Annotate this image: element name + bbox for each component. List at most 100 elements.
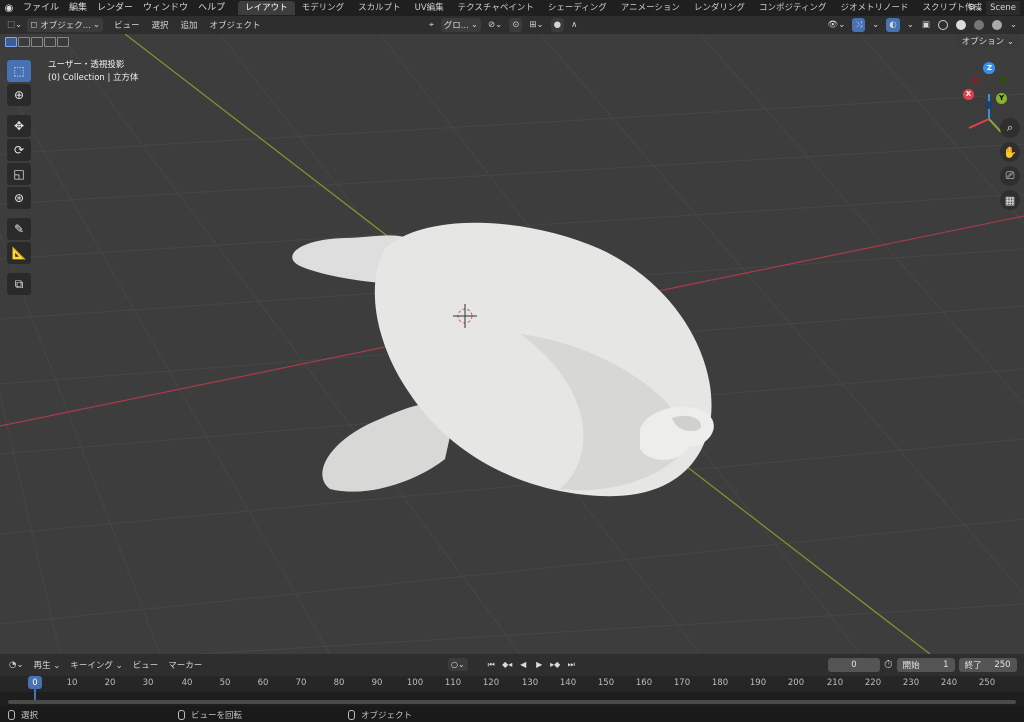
tab-layout[interactable]: レイアウト: [238, 1, 295, 15]
play-icon[interactable]: ▶: [533, 658, 546, 671]
menu-timeline-view[interactable]: ビュー: [128, 659, 164, 671]
gizmo-dropdown-icon[interactable]: ⌄: [869, 18, 882, 32]
select-intersect-icon[interactable]: [57, 37, 69, 47]
xray-icon[interactable]: ▣: [919, 18, 933, 32]
gizmo-x-label[interactable]: X: [963, 89, 974, 100]
add-cube-tool-icon[interactable]: ⧉: [7, 273, 31, 295]
snap-icon[interactable]: ⊙: [509, 18, 523, 32]
overlay-dropdown-icon[interactable]: ⌄: [904, 18, 917, 32]
view-name: ユーザー・透視投影: [48, 60, 125, 70]
rotate-tool-icon[interactable]: ⟳: [7, 139, 31, 161]
menu-edit[interactable]: 編集: [64, 0, 92, 16]
menu-playback[interactable]: 再生 ⌄: [29, 659, 66, 671]
mode-dropdown[interactable]: ◻ オブジェク... ⌄: [27, 18, 103, 32]
play-reverse-icon[interactable]: ◀: [517, 658, 530, 671]
menu-select[interactable]: 選択: [148, 18, 171, 32]
select-new-icon[interactable]: [5, 37, 17, 47]
menu-keying[interactable]: キーイング ⌄: [65, 659, 127, 671]
snap-target-icon[interactable]: ⊞⌄: [526, 18, 546, 32]
annotate-tool-icon[interactable]: ✎: [7, 218, 31, 240]
playhead[interactable]: 0: [28, 676, 42, 689]
camera-view-icon[interactable]: ⎚: [1000, 166, 1020, 186]
pivot-icon[interactable]: ⊘⌄: [485, 18, 505, 32]
shading-solid-icon[interactable]: [953, 18, 969, 32]
select-box-tool-icon[interactable]: ⬚: [7, 60, 31, 82]
jump-end-icon[interactable]: ⏭: [565, 658, 578, 671]
pan-hand-icon[interactable]: ✋: [1000, 142, 1020, 162]
scene-selector: ⚙⌄ Scene: [967, 0, 1024, 16]
scene-icon[interactable]: ⚙⌄: [967, 3, 983, 13]
shading-dropdown-icon[interactable]: ⌄: [1007, 18, 1020, 32]
tab-compositing[interactable]: コンポジティング: [752, 1, 834, 15]
collection-info: (0) Collection | 立方体: [48, 73, 139, 83]
menu-add[interactable]: 追加: [177, 18, 200, 32]
gizmo-y-label[interactable]: Y: [996, 93, 1007, 104]
current-frame-field[interactable]: 0: [828, 658, 880, 672]
ruler-tick: 90: [371, 678, 383, 688]
menu-view[interactable]: ビュー: [111, 18, 143, 32]
timeline-header: ◔⌄ 再生 ⌄ キーイング ⌄ ビュー マーカー ○⌄ ⏮ ◆◂ ◀ ▶ ▸◆ …: [0, 654, 1024, 676]
gizmo-z-label[interactable]: Z: [984, 63, 995, 74]
shading-material-icon[interactable]: [971, 18, 987, 32]
menu-object[interactable]: オブジェクト: [207, 18, 264, 32]
menu-marker[interactable]: マーカー: [163, 659, 207, 671]
cursor-tool-icon[interactable]: ⊕: [7, 84, 31, 106]
next-keyframe-icon[interactable]: ▸◆: [549, 658, 562, 671]
tab-uv-editing[interactable]: UV編集: [408, 1, 451, 15]
ruler-tick: 130: [521, 678, 539, 688]
tab-sculpt[interactable]: スカルプト: [351, 1, 408, 15]
visibility-icon[interactable]: 👁⌄: [824, 18, 848, 32]
scene-name[interactable]: Scene: [986, 1, 1020, 15]
select-subtract-icon[interactable]: [31, 37, 43, 47]
tab-animation[interactable]: アニメーション: [614, 1, 687, 15]
tab-modeling[interactable]: モデリング: [295, 1, 352, 15]
blender-logo-icon[interactable]: ◉: [0, 0, 18, 16]
menu-file[interactable]: ファイル: [18, 0, 64, 16]
ruler-tick: 250: [978, 678, 996, 688]
options-dropdown[interactable]: オプション ⌄: [955, 35, 1020, 49]
move-tool-icon[interactable]: ✥: [7, 115, 31, 137]
viewport-subbar: オプション ⌄: [0, 34, 1024, 50]
measure-tool-icon[interactable]: 📐: [7, 242, 31, 264]
ruler-tick: 100: [406, 678, 424, 688]
editor-type-icon[interactable]: ⬚⌄: [4, 18, 25, 32]
menu-window[interactable]: ウィンドウ: [138, 0, 193, 16]
auto-keying-icon[interactable]: ○⌄: [448, 658, 468, 671]
tab-rendering[interactable]: レンダリング: [687, 1, 752, 15]
ruler-tick: 110: [444, 678, 462, 688]
ruler-tick: 180: [711, 678, 729, 688]
falloff-icon[interactable]: ∧: [568, 18, 580, 32]
ruler-tick: 80: [333, 678, 345, 688]
status-select: 選択: [8, 709, 38, 721]
menu-help[interactable]: ヘルプ: [193, 0, 230, 16]
scale-tool-icon[interactable]: ◱: [7, 163, 31, 185]
transform-orientation-dropdown[interactable]: グロ... ⌄: [440, 18, 482, 32]
proportional-edit-icon[interactable]: ●: [550, 18, 565, 32]
zoom-icon[interactable]: ⌕: [1000, 118, 1020, 138]
tab-shading[interactable]: シェーディング: [541, 1, 614, 15]
menu-render[interactable]: レンダー: [92, 0, 138, 16]
overlay-toggle-icon[interactable]: ◐: [886, 18, 900, 32]
select-extend-icon[interactable]: [18, 37, 30, 47]
transform-tool-icon[interactable]: ⊛: [7, 187, 31, 209]
orientation-icon[interactable]: ⌖: [426, 18, 437, 32]
timeline-ruler[interactable]: 10 20 30 40 50 60 70 80 90 100 110 120 1…: [0, 676, 1024, 692]
shading-rendered-icon[interactable]: [989, 18, 1005, 32]
end-frame-field[interactable]: 終了 250: [958, 658, 1017, 672]
tab-geometry-nodes[interactable]: ジオメトリノード: [833, 1, 915, 15]
status-select-label: 選択: [21, 711, 39, 721]
gizmo-toggle-icon[interactable]: ⤨: [852, 18, 866, 32]
3d-viewport[interactable]: Z Y X ユーザー・透視投影 (0) Collection | 立方体: [0, 34, 1024, 654]
prev-keyframe-icon[interactable]: ◆◂: [501, 658, 514, 671]
perspective-toggle-icon[interactable]: ▦: [1000, 190, 1020, 210]
shading-wireframe-icon[interactable]: [935, 18, 951, 32]
tab-texture-paint[interactable]: テクスチャペイント: [451, 1, 541, 15]
timeline-scrollbar[interactable]: [8, 700, 1016, 704]
jump-start-icon[interactable]: ⏮: [485, 658, 498, 671]
start-label: 開始: [902, 661, 920, 671]
timeline-editor-icon[interactable]: ◔⌄: [4, 660, 29, 670]
start-frame-field[interactable]: 開始 1: [896, 658, 955, 672]
stopwatch-icon[interactable]: ⏱: [884, 658, 893, 672]
mesh-object: [292, 222, 714, 497]
select-invert-icon[interactable]: [44, 37, 56, 47]
